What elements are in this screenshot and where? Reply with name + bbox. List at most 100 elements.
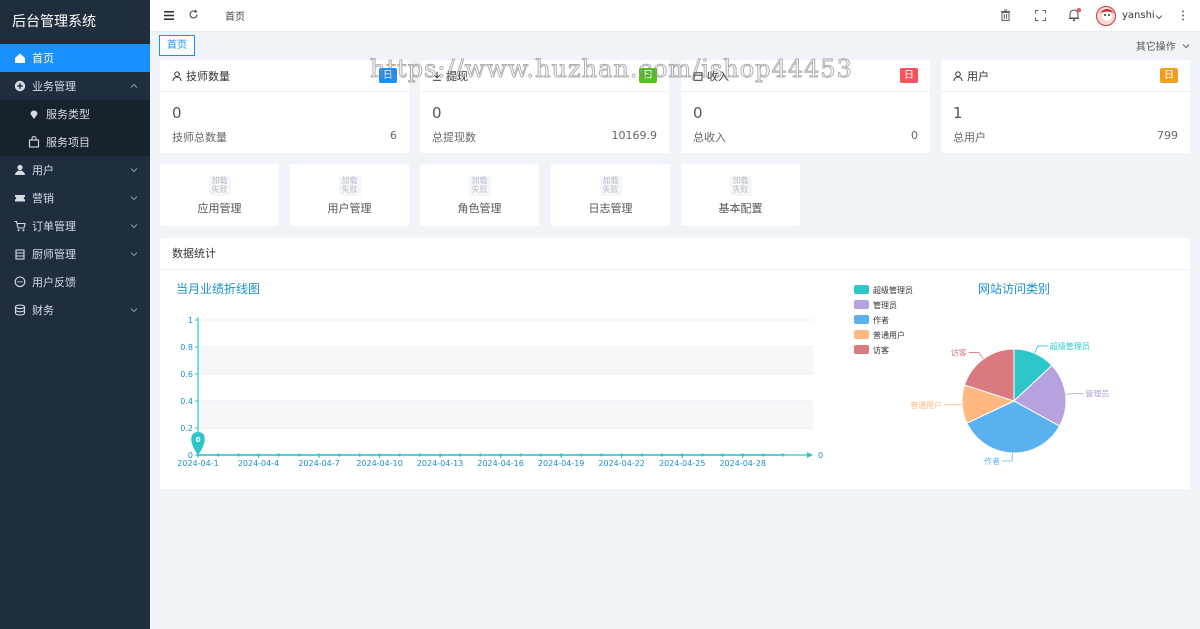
- stat-footer: 总提现数 10169.9: [420, 122, 669, 145]
- data-point: [700, 453, 704, 457]
- legend-label: 普通用户: [873, 330, 905, 340]
- quick-link-card[interactable]: 加载 失败 应用管理: [160, 164, 279, 226]
- refresh-icon[interactable]: [188, 9, 199, 23]
- data-point: [499, 453, 503, 457]
- user-outline-icon: [172, 70, 182, 81]
- sidebar: 后台管理系统 首页 业务管理 服务类型 服务项目 用户 营销 订单管理 厨师管理 用户反馈 财务: [0, 0, 150, 629]
- x-tick-label: 2024-04-13: [417, 459, 464, 468]
- data-point: [599, 453, 603, 457]
- sidebar-item[interactable]: 首页: [0, 44, 150, 72]
- period-badge: 日: [379, 68, 397, 83]
- data-point: [216, 453, 220, 457]
- x-axis-arrow: [807, 452, 813, 458]
- broken-image-icon: 加载 失败: [208, 176, 231, 196]
- sidebar-item[interactable]: 服务类型: [0, 100, 150, 128]
- data-point: [640, 453, 644, 457]
- broken-image-icon: 加载 失败: [729, 176, 752, 196]
- data-point: [539, 453, 543, 457]
- sidebar-item[interactable]: 用户: [0, 156, 150, 184]
- sidebar-item[interactable]: 财务: [0, 296, 150, 324]
- sidebar-item-label: 业务管理: [32, 80, 76, 93]
- sidebar-item[interactable]: 服务项目: [0, 128, 150, 156]
- tab-home[interactable]: 首页: [159, 35, 195, 56]
- data-statistics-panel: 数据统计 当月业绩折线图 0 0.2 0.4 0.6 0.8 1 2024-04-1 2024-…: [160, 238, 1190, 489]
- period-badge: 日: [639, 68, 657, 83]
- sidebar-item[interactable]: 厨师管理: [0, 240, 150, 268]
- chevron-up-icon: [130, 80, 138, 93]
- end-label: 0: [818, 451, 823, 460]
- fullscreen-icon[interactable]: [1035, 10, 1046, 24]
- trash-icon[interactable]: [1000, 9, 1011, 24]
- sidebar-item[interactable]: 营销: [0, 184, 150, 212]
- stat-card: 用户 日 1 总用户 799: [941, 60, 1190, 153]
- stat-value: 1: [953, 104, 963, 122]
- stat-total-value: 6: [390, 129, 397, 142]
- stat-card: 技师数量 日 0 技师总数量 6: [160, 60, 409, 153]
- stat-total-label: 总提现数: [432, 131, 476, 144]
- legend-swatch: [854, 330, 869, 339]
- x-tick-label: 2024-04-1: [177, 459, 218, 468]
- data-point: [620, 453, 624, 457]
- sidebar-item[interactable]: 业务管理: [0, 72, 150, 100]
- legend-label: 超级管理员: [873, 285, 913, 295]
- sidebar-item-label: 服务类型: [46, 108, 90, 121]
- quick-link-card[interactable]: 加载 失败 基本配置: [681, 164, 800, 226]
- sidebar-item-label: 厨师管理: [32, 248, 76, 261]
- chevron-down-icon: [130, 220, 138, 233]
- legend-label: 访客: [873, 345, 889, 355]
- x-tick-label: 2024-04-19: [538, 459, 585, 468]
- stat-title: 用户: [967, 69, 989, 83]
- other-operations-label: 其它操作: [1135, 42, 1176, 53]
- bell-icon[interactable]: [1068, 8, 1082, 25]
- tab-bar: 首页 其它操作: [150, 32, 1200, 58]
- stat-card-header: 用户 日: [941, 60, 1190, 92]
- other-operations-dropdown[interactable]: 其它操作: [1136, 38, 1190, 53]
- sidebar-item[interactable]: 订单管理: [0, 212, 150, 240]
- sidebar-item-label: 财务: [32, 304, 54, 317]
- more-vertical-icon[interactable]: [1181, 10, 1185, 24]
- data-point: [741, 453, 745, 457]
- stat-total-label: 总用户: [953, 131, 986, 144]
- chef-icon: [14, 248, 26, 260]
- data-point: [317, 453, 321, 457]
- data-point: [297, 453, 301, 457]
- y-tick-label: 1: [188, 316, 193, 325]
- pie-label-line: [968, 352, 984, 360]
- pie-label-line: [944, 403, 963, 406]
- username[interactable]: yanshi: [1122, 10, 1155, 21]
- menu-toggle-icon[interactable]: [164, 9, 174, 23]
- sidebar-item[interactable]: 用户反馈: [0, 268, 150, 296]
- data-point: [721, 453, 725, 457]
- broken-image-icon: 加载 失败: [338, 176, 361, 196]
- x-tick-label: 2024-04-10: [356, 459, 403, 468]
- chevron-down-icon: [130, 248, 138, 261]
- stat-total-label: 技师总数量: [172, 131, 227, 144]
- data-point: [236, 453, 240, 457]
- y-tick-label: 0.8: [180, 343, 193, 352]
- chevron-down-icon[interactable]: [1155, 10, 1163, 24]
- data-point: [357, 453, 361, 457]
- pie-label: 管理员: [1086, 388, 1110, 398]
- data-point: [438, 453, 442, 457]
- stat-card: 提现 日 0 总提现数 10169.9: [420, 60, 669, 153]
- sidebar-item-label: 用户反馈: [32, 276, 76, 289]
- x-tick-label: 2024-04-4: [238, 459, 279, 468]
- plus-circle-icon: [14, 80, 26, 92]
- breadcrumb[interactable]: 首页: [225, 8, 245, 23]
- period-badge: 日: [900, 68, 918, 83]
- stat-value: 0: [432, 104, 442, 122]
- chevron-down-icon: [130, 304, 138, 317]
- quick-link-card[interactable]: 加载 失败 角色管理: [420, 164, 539, 226]
- marker-label: 0: [196, 436, 201, 444]
- data-point: [781, 453, 785, 457]
- x-tick-label: 2024-04-22: [598, 459, 645, 468]
- quick-link-label: 应用管理: [197, 202, 242, 215]
- calendar-icon: [693, 71, 703, 81]
- charts-canvas: 当月业绩折线图00.20.40.60.812024-04-1 2024-04-4 2…: [176, 281, 1110, 468]
- quick-link-card[interactable]: 加载 失败 日志管理: [551, 164, 670, 226]
- stat-total-value: 0: [911, 129, 918, 142]
- topbar: 首页 yanshi: [150, 0, 1200, 32]
- pie-label: 访客: [951, 347, 967, 357]
- avatar[interactable]: [1096, 6, 1116, 26]
- quick-link-card[interactable]: 加载 失败 用户管理: [290, 164, 409, 226]
